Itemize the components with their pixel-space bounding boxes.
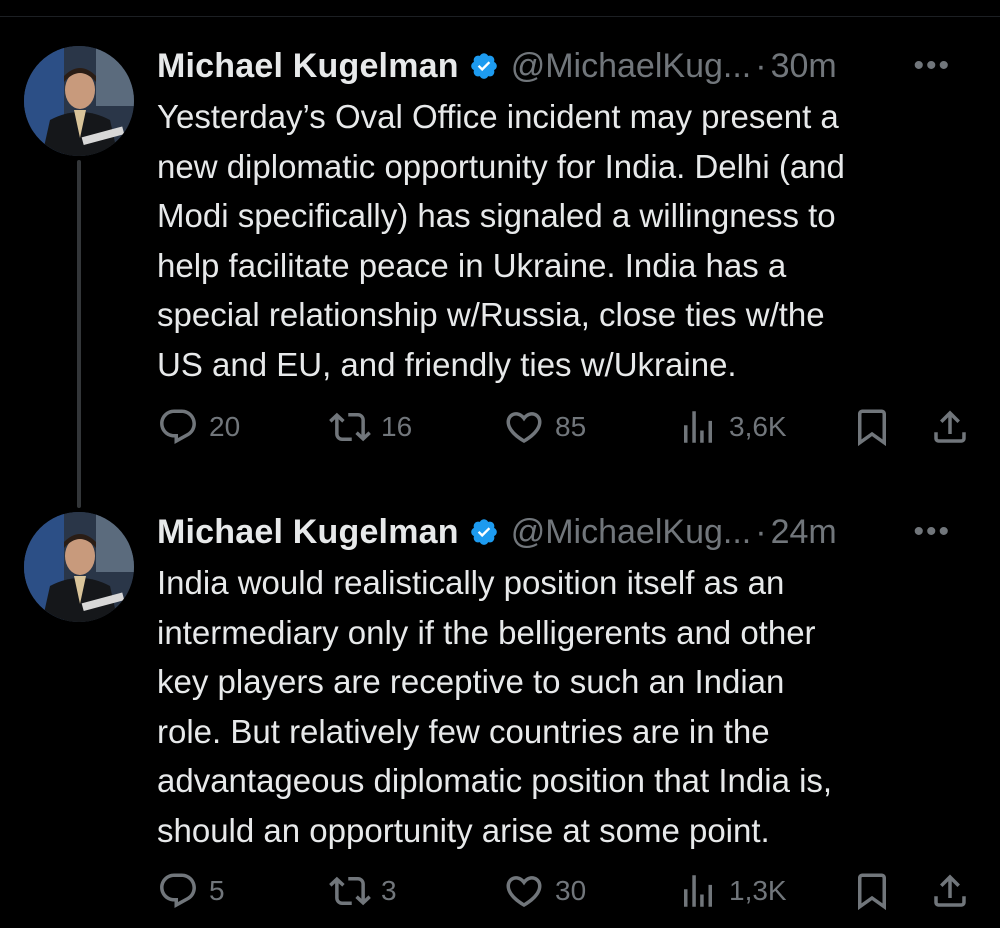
reply-icon (160, 409, 196, 444)
like-count: 30 (555, 875, 587, 906)
repost-count: 3 (381, 875, 397, 906)
views-button[interactable]: 1,3K (677, 866, 787, 916)
views-count: 1,3K (729, 875, 787, 906)
like-count: 85 (555, 411, 587, 442)
tweet-header: Michael Kugelman @MichaelKug... · 30m ••… (157, 42, 977, 90)
tweet-actions: 5 3 30 1,3K (157, 866, 977, 916)
more-options-icon[interactable]: ••• (913, 508, 951, 556)
bookmark-icon (858, 409, 886, 447)
repost-count: 16 (381, 411, 413, 442)
author-name[interactable]: Michael Kugelman (157, 47, 459, 86)
author-avatar[interactable] (24, 512, 134, 622)
bookmark-button[interactable] (851, 866, 893, 916)
reply-count: 20 (209, 411, 241, 442)
share-icon (934, 874, 966, 907)
repost-button[interactable]: 16 (329, 402, 412, 452)
like-button[interactable]: 30 (503, 866, 586, 916)
tweet-text: Yesterday’s Oval Office incident may pre… (157, 98, 845, 383)
tweet-text: India would realistically position itsel… (157, 564, 833, 849)
views-button[interactable]: 3,6K (677, 402, 787, 452)
heart-icon (506, 876, 542, 908)
views-chart-icon (684, 875, 712, 907)
reply-icon (160, 873, 196, 908)
more-options-icon[interactable]: ••• (913, 42, 951, 90)
bookmark-icon (858, 873, 886, 911)
timestamp[interactable]: 30m (771, 47, 837, 86)
repost-icon (329, 876, 371, 906)
author-avatar[interactable] (24, 46, 134, 156)
thread-connector-line (77, 160, 81, 508)
top-divider (0, 16, 1000, 17)
share-icon (934, 410, 966, 443)
bookmark-button[interactable] (851, 402, 893, 452)
like-button[interactable]: 85 (503, 402, 586, 452)
tweet-actions: 20 16 85 3,6K (157, 402, 977, 452)
timestamp[interactable]: 24m (771, 513, 837, 552)
reply-button[interactable]: 20 (157, 402, 240, 452)
views-chart-icon (684, 411, 712, 443)
repost-button[interactable]: 3 (329, 866, 397, 916)
verified-badge-icon (470, 53, 497, 79)
reply-button[interactable]: 5 (157, 866, 225, 916)
dot-separator: · (755, 46, 767, 85)
author-handle[interactable]: @MichaelKug... (511, 513, 752, 552)
repost-icon (329, 412, 371, 442)
heart-icon (506, 412, 542, 444)
share-button[interactable] (929, 402, 971, 452)
verified-badge-icon (470, 519, 497, 545)
author-handle[interactable]: @MichaelKug... (511, 47, 752, 86)
reply-count: 5 (209, 875, 225, 906)
author-name[interactable]: Michael Kugelman (157, 513, 459, 552)
dot-separator: · (755, 512, 767, 551)
tweet-header: Michael Kugelman @MichaelKug... · 24m ••… (157, 508, 977, 556)
views-count: 3,6K (729, 411, 787, 442)
share-button[interactable] (929, 866, 971, 916)
